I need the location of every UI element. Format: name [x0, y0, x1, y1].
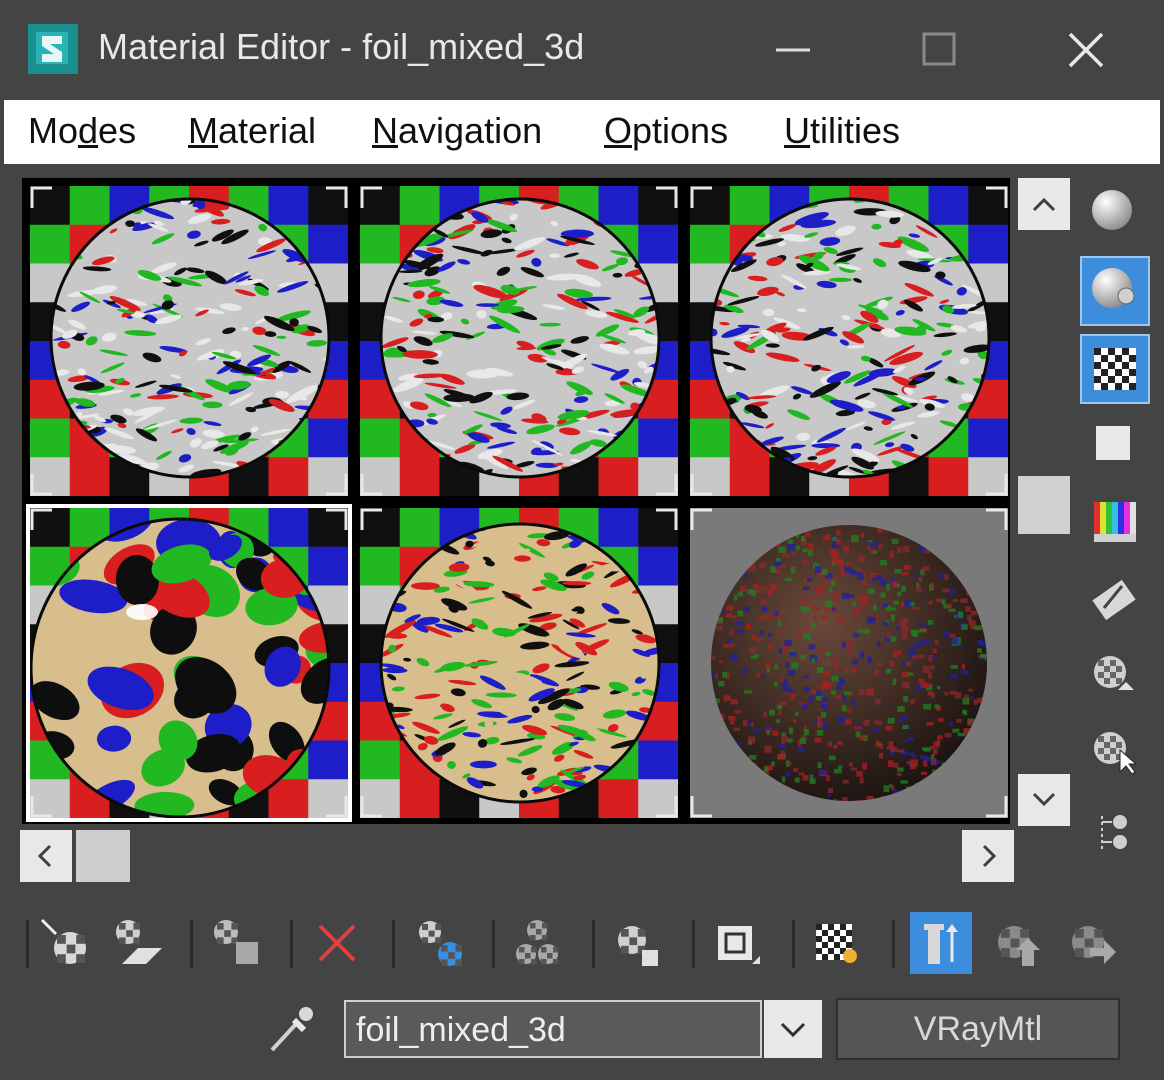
make-unique-button[interactable]: [506, 912, 568, 974]
sample-slot-4[interactable]: [26, 504, 352, 822]
sample-slot-2[interactable]: [360, 186, 678, 496]
menu-utilities[interactable]: Utilities: [784, 110, 900, 152]
put-to-library-button[interactable]: [606, 912, 668, 974]
menu-bar: Modes Material Navigation Options Utilit…: [4, 100, 1160, 164]
video-color-check-icon: [1094, 502, 1136, 542]
scroll-left-button[interactable]: [20, 830, 72, 882]
slot-1-preview: [30, 186, 348, 496]
horizontal-scroll-thumb[interactable]: [76, 830, 130, 882]
put-material-to-scene-icon: [116, 920, 162, 964]
window-title: Material Editor - foil_mixed_3d: [98, 26, 585, 67]
assign-material-to-selection-button[interactable]: [206, 912, 268, 974]
background-checker-button[interactable]: [1080, 334, 1150, 404]
sample-slot-3[interactable]: [690, 186, 1008, 496]
sample-slot-5[interactable]: [360, 508, 678, 818]
make-material-copy-icon: [419, 921, 462, 966]
chevron-left-icon: [37, 844, 52, 868]
sample-slots-grid: [22, 178, 1010, 824]
material-id-channel-icon: [718, 926, 760, 964]
slot-6-preview: [690, 508, 1008, 818]
material-type-button[interactable]: VRayMtl: [836, 998, 1120, 1060]
material-name-input[interactable]: [354, 1006, 758, 1054]
chevron-up-icon: [1032, 197, 1056, 212]
scroll-right-button[interactable]: [962, 830, 1014, 882]
menu-options[interactable]: Options: [604, 110, 728, 152]
material-options-button[interactable]: [1082, 644, 1148, 710]
go-forward-to-sibling-icon: [1072, 926, 1116, 964]
material-name-dropdown-button[interactable]: [764, 1000, 822, 1058]
go-forward-to-sibling-button[interactable]: [1060, 912, 1122, 974]
backlight-icon: [1092, 268, 1135, 308]
scroll-down-button[interactable]: [1018, 774, 1070, 826]
toolbar-separator: [26, 920, 29, 968]
make-preview-icon: [1092, 579, 1136, 621]
select-by-material-button[interactable]: [1082, 720, 1148, 786]
assign-material-to-selection-icon: [214, 920, 258, 964]
toolbar-separator: [492, 920, 495, 968]
material-name-field[interactable]: [344, 1000, 762, 1058]
sample-type-sphere-icon: [1092, 190, 1132, 230]
material-map-navigator-icon: [1101, 815, 1127, 850]
sample-slot-6[interactable]: [690, 508, 1008, 818]
material-map-navigator-button[interactable]: [1082, 800, 1148, 866]
put-material-to-scene-button[interactable]: [108, 912, 170, 974]
close-icon: [1068, 32, 1104, 68]
chevron-right-icon: [982, 844, 997, 868]
show-shaded-material-in-viewport-button[interactable]: [806, 912, 868, 974]
toolbar-separator: [792, 920, 795, 968]
get-material-button[interactable]: [34, 912, 96, 974]
menu-material[interactable]: Material: [188, 110, 316, 152]
toolbar-separator: [392, 920, 395, 968]
maximize-button[interactable]: [904, 20, 974, 80]
make-material-copy-button[interactable]: [410, 912, 472, 974]
eyedropper-icon: [270, 1007, 313, 1052]
toolbar-separator: [190, 920, 193, 968]
toolbar-separator: [592, 920, 595, 968]
minimize-icon: [776, 48, 810, 52]
menu-modes[interactable]: Modes: [28, 110, 136, 152]
reset-map-icon: [318, 924, 356, 962]
app-logo-icon: [28, 24, 78, 74]
slot-5-preview: [360, 508, 678, 818]
slot-4-preview: [30, 508, 348, 818]
backlight-button[interactable]: [1080, 256, 1150, 326]
chevron-down-icon: [1032, 792, 1056, 807]
toolbar-separator: [290, 920, 293, 968]
pick-material-from-object-button[interactable]: [262, 1000, 320, 1058]
slots-vertical-scrollbar[interactable]: [1016, 176, 1072, 826]
put-to-library-icon: [618, 926, 658, 966]
make-unique-icon: [516, 920, 559, 965]
select-by-material-icon: [1094, 732, 1138, 775]
sample-slot-1[interactable]: [30, 186, 348, 496]
slot-3-preview: [690, 186, 1008, 496]
slots-horizontal-scrollbar[interactable]: [20, 830, 1016, 882]
menu-navigation[interactable]: Navigation: [372, 110, 542, 152]
background-checker-icon: [1094, 348, 1136, 390]
material-options-icon: [1094, 656, 1134, 690]
show-end-result-icon: [924, 924, 958, 964]
sample-uv-tiling-button[interactable]: [1082, 412, 1148, 478]
vertical-scroll-thumb[interactable]: [1018, 476, 1070, 534]
maximize-icon: [922, 32, 956, 66]
close-button[interactable]: [1050, 20, 1120, 80]
reset-map-button[interactable]: [306, 912, 368, 974]
chevron-down-icon: [780, 1022, 806, 1038]
show-shaded-material-in-viewport-icon: [816, 924, 857, 963]
material-id-channel-button[interactable]: [706, 912, 768, 974]
make-preview-button[interactable]: [1082, 568, 1148, 634]
show-end-result-button[interactable]: [910, 912, 972, 974]
sample-type-sphere-button[interactable]: [1082, 180, 1148, 246]
video-color-check-button[interactable]: [1082, 490, 1148, 556]
title-bar[interactable]: Material Editor - foil_mixed_3d: [0, 0, 1164, 100]
sample-uv-tiling-icon: [1096, 426, 1130, 460]
toolbar-separator: [892, 920, 895, 968]
scroll-up-button[interactable]: [1018, 178, 1070, 230]
toolbar-separator: [692, 920, 695, 968]
go-to-parent-icon: [998, 926, 1040, 966]
slot-2-preview: [360, 186, 678, 496]
get-material-icon: [40, 918, 86, 964]
minimize-button[interactable]: [758, 20, 828, 80]
go-to-parent-button[interactable]: [986, 912, 1048, 974]
